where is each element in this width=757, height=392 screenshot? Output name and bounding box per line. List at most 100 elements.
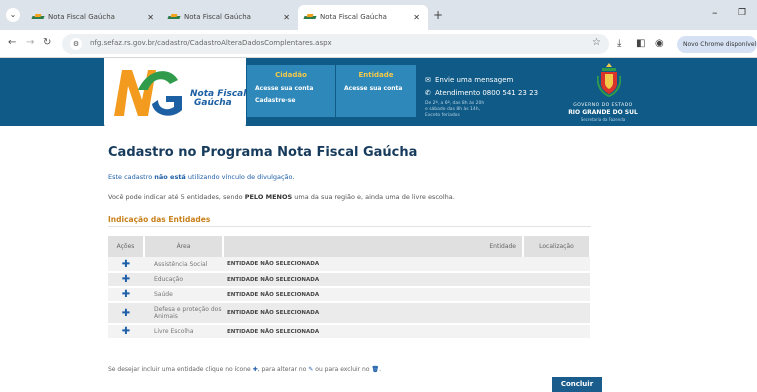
logo-text: Nota Fiscal Gaúcha [190, 90, 246, 108]
gov-line3: Secretaria da Fazenda [580, 117, 626, 122]
gov-line2: RIO GRANDE DO SUL [568, 109, 638, 116]
area-cell: Assistência Social [144, 257, 223, 273]
tab-title: Nota Fiscal Gaúcha [184, 13, 251, 21]
section-title: Indicação das Entidades [108, 215, 211, 224]
update-chrome-button[interactable]: Novo Chrome disponível [677, 36, 757, 53]
browser-toolbar: ← → ↻ ⚙ nfg.sefaz.rs.gov.br/cadastro/Cad… [0, 30, 757, 58]
entity-cell: ENTIDADE NÃO SELECIONADA [223, 324, 523, 340]
profile-avatar-icon[interactable]: ◉ [655, 38, 664, 49]
back-icon[interactable]: ← [8, 37, 16, 48]
address-bar[interactable]: ⚙ nfg.sefaz.rs.gov.br/cadastro/CadastroA… [62, 34, 609, 54]
cidadao-title: Cidadão [275, 71, 307, 79]
info2-bold: PELO MENOS [244, 193, 293, 201]
table-row: ✚ Educação ENTIDADE NÃO SELECIONADA [108, 272, 590, 288]
new-tab-icon[interactable]: + [433, 8, 443, 22]
entity-cell: ENTIDADE NÃO SELECIONADA [223, 287, 523, 303]
hint-part1: Se desejar incluir uma entidade clique n… [108, 366, 251, 373]
site-info-icon[interactable]: ⚙ [70, 38, 82, 50]
hours-line3: Exceto feriados [425, 113, 460, 118]
cidadao-register-link[interactable]: Cadastre-se [255, 97, 295, 104]
logo-text-line2: Gaúcha [194, 98, 232, 108]
column-header-area: Área [144, 236, 224, 257]
send-message-label: Envie uma mensagem [435, 76, 514, 84]
entity-cell: ENTIDADE NÃO SELECIONADA [223, 257, 523, 273]
nfg-logo-mark-icon [114, 70, 182, 116]
hint-end: . [379, 366, 381, 373]
entity-cell: ENTIDADE NÃO SELECIONADA [223, 302, 523, 325]
info2-pre: Você pode indicar até 5 entidades, sendo [108, 193, 243, 201]
area-cell: Livre Escolha [144, 324, 223, 340]
hint-part2: , para alterar no [257, 366, 307, 373]
browser-tab[interactable]: Nota Fiscal Gaúcha ✕ [26, 5, 162, 30]
table-row: ✚ Defesa e proteção dos Animais ENTIDADE… [108, 302, 590, 325]
pencil-icon: ✎ [308, 366, 314, 373]
address-url[interactable]: nfg.sefaz.rs.gov.br/cadastro/CadastroAlt… [90, 39, 332, 47]
page-title: Cadastro no Programa Nota Fiscal Gaúcha [108, 145, 418, 160]
location-cell [523, 324, 590, 340]
entidade-title: Entidade [358, 71, 394, 79]
tab-search-icon[interactable]: ⌄ [6, 8, 20, 22]
browser-tab[interactable]: Nota Fiscal Gaúcha ✕ [162, 5, 298, 30]
area-cell: Defesa e proteção dos Animais [144, 302, 223, 325]
side-panel-icon[interactable]: ◧ [636, 38, 645, 49]
info2-post: uma da sua região e, ainda uma de livre … [294, 193, 455, 201]
location-cell [523, 257, 590, 273]
section-divider [108, 226, 591, 227]
restore-icon[interactable]: ❐ [738, 8, 746, 18]
area-cell: Saúde [144, 287, 223, 303]
cidadao-login-link[interactable]: Acesse sua conta [255, 85, 313, 92]
table-row: ✚ Saúde ENTIDADE NÃO SELECIONADA [108, 287, 590, 303]
column-header-actions: Ações [108, 236, 145, 257]
minimize-icon[interactable]: – [712, 6, 718, 19]
phone-label: Atendimento 0800 541 23 23 [435, 89, 539, 97]
phone-contact: ✆ Atendimento 0800 541 23 23 [425, 89, 538, 97]
hours-line2: e sábado das 8h às 14h, [425, 107, 481, 112]
state-coat-of-arms-icon [597, 63, 621, 98]
mail-icon: ✉ [425, 76, 431, 84]
area-cell: Educação [144, 272, 223, 288]
gov-line1: GOVERNO DO ESTADO [573, 103, 633, 108]
trash-icon: 🗑 [371, 366, 380, 373]
table-hint: Se desejar incluir uma entidade clique n… [108, 366, 381, 373]
hint-part3: ou para excluir no [315, 366, 370, 373]
browser-tab-active[interactable]: Nota Fiscal Gaúcha ✕ [298, 5, 428, 30]
location-cell [523, 272, 590, 288]
add-entity-icon[interactable]: ✚ [108, 272, 144, 288]
concluir-button[interactable]: Concluir [552, 377, 602, 392]
location-cell [523, 287, 590, 303]
table-row: ✚ Assistência Social ENTIDADE NÃO SELECI… [108, 257, 590, 273]
entidade-panel: Entidade Acesse sua conta [336, 65, 416, 117]
disclosure-info: Este cadastro não está utilizando víncul… [108, 173, 294, 181]
entidade-login-link[interactable]: Acesse sua conta [344, 85, 402, 92]
cidadao-panel: Cidadão Acesse sua conta Cadastre-se [247, 65, 335, 117]
send-message-link[interactable]: ✉ Envie uma mensagem [425, 76, 513, 84]
reload-icon[interactable]: ↻ [43, 37, 51, 48]
table-header-row: Ações Área Entidade Localização [108, 236, 591, 257]
info1-pre: Este cadastro [108, 173, 153, 181]
info1-bold: não está [154, 173, 186, 181]
entity-cell: ENTIDADE NÃO SELECIONADA [223, 272, 523, 288]
column-header-entity: Entidade [223, 236, 524, 257]
close-tab-icon[interactable]: ✕ [283, 5, 290, 30]
phone-icon: ✆ [425, 89, 431, 97]
entities-table: Ações Área Entidade Localização ✚ Assist… [108, 236, 591, 340]
add-entity-icon[interactable]: ✚ [108, 257, 144, 273]
nfg-favicon-icon [31, 14, 45, 21]
bookmark-star-icon[interactable]: ☆ [592, 37, 601, 48]
forward-icon[interactable]: → [26, 37, 34, 48]
hours-line1: De 2ª, a 6ª, das 8h às 20h [425, 101, 485, 106]
add-entity-icon[interactable]: ✚ [108, 302, 144, 325]
close-tab-icon[interactable]: ✕ [413, 5, 420, 30]
add-entity-icon[interactable]: ✚ [108, 287, 144, 303]
instructions-text: Você pode indicar até 5 entidades, sendo… [108, 193, 455, 201]
tab-title: Nota Fiscal Gaúcha [320, 13, 387, 21]
close-tab-icon[interactable]: ✕ [147, 5, 154, 30]
add-entity-icon[interactable]: ✚ [108, 324, 144, 340]
tab-title: Nota Fiscal Gaúcha [48, 13, 115, 21]
info1-post: utilizando vínculo de divulgação. [187, 173, 295, 181]
nfg-favicon-icon [303, 14, 317, 21]
location-cell [523, 302, 590, 325]
download-icon[interactable]: ⤓ [617, 38, 621, 49]
browser-tab-bar: ⌄ Nota Fiscal Gaúcha ✕ Nota Fiscal Gaúch… [0, 0, 757, 30]
column-header-location: Localização [523, 236, 591, 257]
